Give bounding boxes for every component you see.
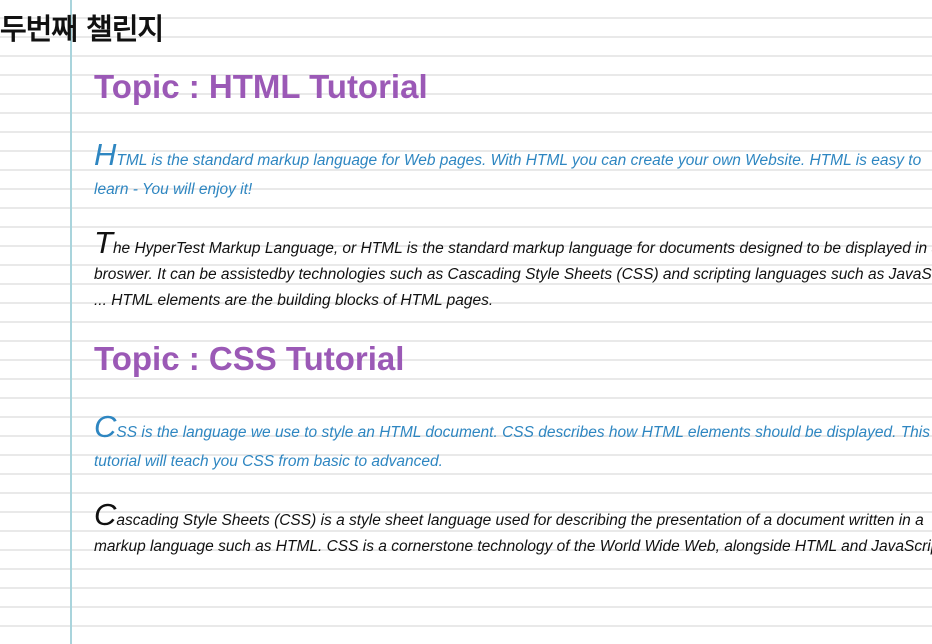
paragraph-text: TML is the standard markup language for … bbox=[94, 152, 922, 198]
topic-heading-css: Topic : CSS Tutorial bbox=[94, 340, 405, 377]
drop-cap: H bbox=[94, 137, 117, 172]
drop-cap: C bbox=[94, 497, 117, 532]
drop-cap: C bbox=[94, 409, 117, 444]
notebook-margin-line bbox=[70, 0, 72, 644]
topic-heading-html: Topic : HTML Tutorial bbox=[94, 68, 428, 105]
body-paragraph-css: Cascading Style Sheets (CSS) is a style … bbox=[94, 499, 932, 560]
paragraph-text: SS is the language we use to style an HT… bbox=[94, 424, 930, 470]
paragraph-text: ascading Style Sheets (CSS) is a style s… bbox=[94, 512, 932, 555]
intro-paragraph-css: CSS is the language we use to style an H… bbox=[94, 411, 932, 476]
paragraph-text: he HyperTest Markup Language, or HTML is… bbox=[94, 240, 932, 309]
intro-paragraph-html: HTML is the standard markup language for… bbox=[94, 139, 932, 204]
drop-cap: T bbox=[94, 225, 113, 260]
body-paragraph-html: The HyperTest Markup Language, or HTML i… bbox=[94, 227, 932, 314]
page-title: 두번째 챌린지 bbox=[0, 12, 164, 46]
